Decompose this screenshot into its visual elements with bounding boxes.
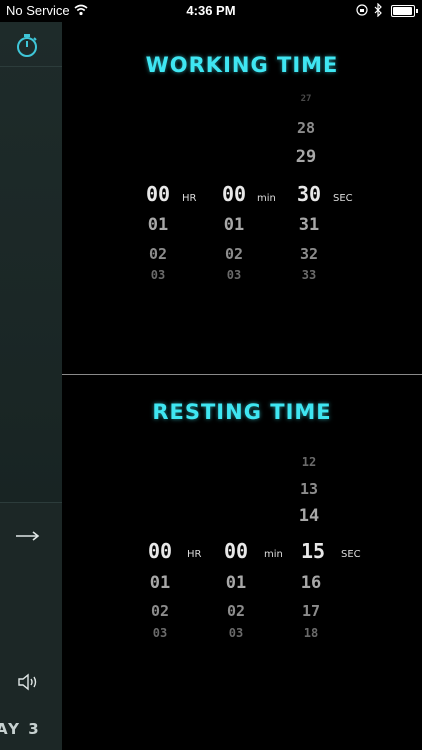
resting-seconds-below-item: 16 xyxy=(300,573,322,593)
resting-time-title: RESTING TIME xyxy=(152,400,332,424)
resting-minutes-below-item: 01 xyxy=(225,573,247,593)
resting-seconds-selected[interactable]: 15 xyxy=(291,539,335,563)
resting-hours-below-item: 02 xyxy=(150,602,170,620)
working-minutes-below-item: 03 xyxy=(226,268,242,282)
resting-hours-below-item: 03 xyxy=(152,626,168,640)
resting-seconds-above-item: 14 xyxy=(298,506,320,526)
working-minutes-below-item: 01 xyxy=(223,215,245,235)
working-hours-below-item: 02 xyxy=(148,245,168,263)
resting-hours-below-item: 01 xyxy=(149,573,171,593)
resting-hours-selected[interactable]: 00 xyxy=(138,539,182,563)
resting-minutes-below-item: 03 xyxy=(228,626,244,640)
working-seconds-above-item: 27 xyxy=(300,94,312,104)
working-hours-selected[interactable]: 00 xyxy=(136,182,180,206)
working-seconds-below-item: 31 xyxy=(298,215,320,235)
working-hours-below-item: 03 xyxy=(150,268,166,282)
section-divider xyxy=(62,374,422,375)
resting-seconds-below-item: 17 xyxy=(301,602,321,620)
battery-icon xyxy=(391,5,418,17)
working-seconds-above-item: 29 xyxy=(295,147,317,167)
resting-minutes-below-item: 02 xyxy=(226,602,246,620)
working-seconds-above-item: 28 xyxy=(296,119,316,137)
sidebar-divider xyxy=(0,66,62,67)
resting-seconds-below-item: 18 xyxy=(303,626,319,640)
working-hours-below-item: 01 xyxy=(147,215,169,235)
working-seconds-below-item: 33 xyxy=(301,268,317,282)
bluetooth-icon xyxy=(374,3,382,17)
working-seconds-unit: SEC xyxy=(333,193,353,204)
resting-minutes-selected[interactable]: 00 xyxy=(214,539,258,563)
resting-seconds-above-item: 12 xyxy=(301,455,317,469)
resting-seconds-above-item: 13 xyxy=(299,480,319,498)
working-minutes-selected[interactable]: 00 xyxy=(212,182,256,206)
working-hours-unit: HR xyxy=(182,193,197,204)
speaker-icon[interactable] xyxy=(16,672,40,692)
sidebar-bottom-label: AY 3 xyxy=(0,720,41,738)
resting-seconds-unit: SEC xyxy=(341,549,361,560)
sidebar: AY 3 xyxy=(0,22,62,750)
orientation-lock-icon xyxy=(356,4,368,16)
working-seconds-selected[interactable]: 30 xyxy=(287,182,331,206)
working-minutes-below-item: 02 xyxy=(224,245,244,263)
working-seconds-below-item: 32 xyxy=(299,245,319,263)
working-minutes-unit: min xyxy=(257,193,276,204)
resting-hours-unit: HR xyxy=(187,549,202,560)
arrow-right-icon[interactable] xyxy=(14,529,42,543)
stopwatch-icon[interactable] xyxy=(14,32,40,58)
working-time-title: WORKING TIME xyxy=(145,53,339,77)
status-bar: No Service 4:36 PM xyxy=(0,0,422,22)
resting-minutes-unit: min xyxy=(264,549,283,560)
